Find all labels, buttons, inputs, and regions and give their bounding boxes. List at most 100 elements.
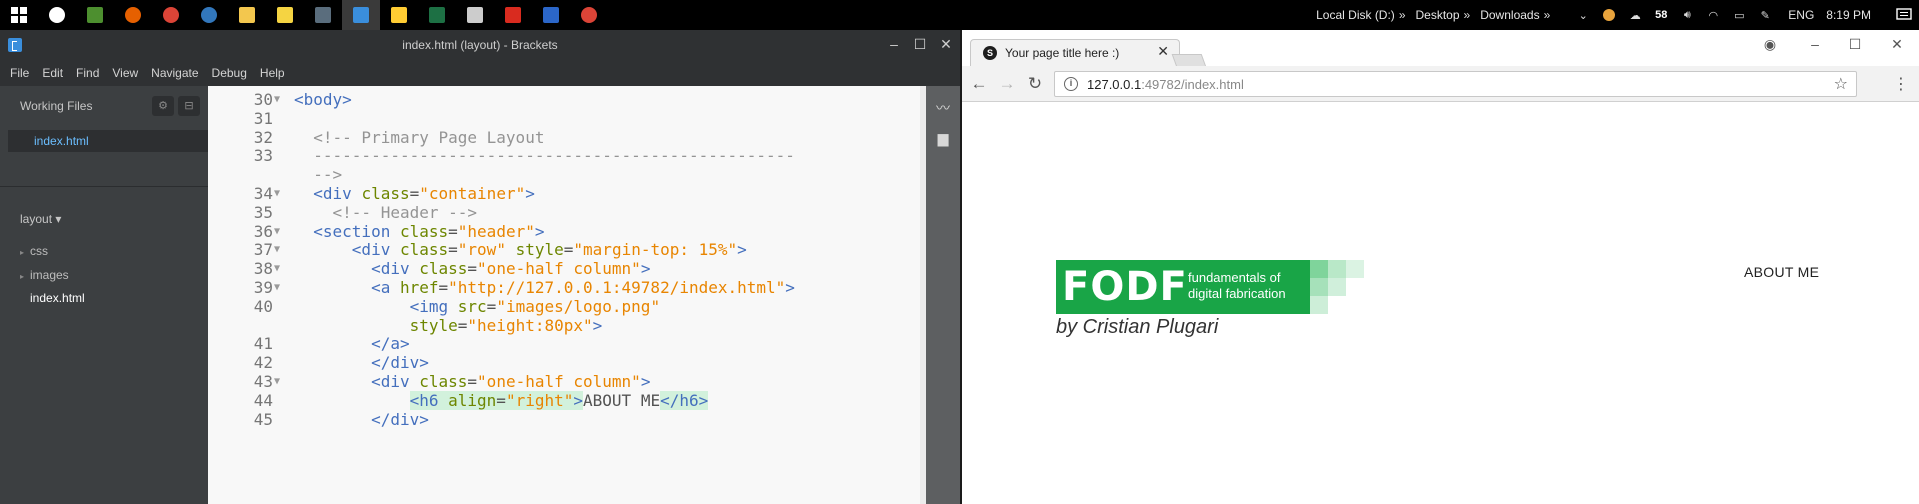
divider [0, 186, 208, 187]
browser-tab[interactable]: S Your page title here :) ✕ [970, 39, 1180, 66]
logo-pixel [1310, 278, 1328, 296]
logo-pixel [1346, 260, 1364, 278]
notification-icon[interactable] [1889, 0, 1919, 30]
profile-icon[interactable]: ◉ [1747, 30, 1793, 58]
logo-pixel [1328, 260, 1346, 278]
logo-subtitle-line2: digital fabrication [1188, 286, 1286, 301]
minecraft-icon[interactable] [76, 0, 114, 30]
taskbar-tray: Local Disk (D:) » Desktop » Downloads » … [1316, 0, 1919, 30]
alarm-clock-icon[interactable] [38, 0, 76, 30]
chrome-window: S Your page title here :) ✕ ◉ – ☐ ✕ ← → … [962, 30, 1919, 504]
extension-manager-icon[interactable]: ▆ [933, 130, 953, 146]
firefox-icon[interactable] [114, 0, 152, 30]
info-icon[interactable]: i [1064, 77, 1078, 91]
chevron-double-right-icon: » [1398, 8, 1406, 22]
logo-byline: by Cristian Plugari [1056, 316, 1219, 338]
chevron-double-right-icon: » [1463, 8, 1471, 22]
tab-strip: S Your page title here :) ✕ ◉ – ☐ ✕ [962, 30, 1919, 67]
gear-icon[interactable]: ⚙ [152, 96, 174, 116]
toolbar-local-disk[interactable]: Local Disk (D:) [1316, 8, 1395, 22]
taskbar: Local Disk (D:) » Desktop » Downloads » … [0, 0, 1919, 30]
volume-icon[interactable]: 🔊︎ [1678, 8, 1696, 22]
kebab-menu-icon[interactable]: ⋮ [1893, 74, 1909, 94]
brackets-window: index.html (layout) - Brackets – ☐ ✕ Fil… [0, 30, 960, 504]
tree-file-index[interactable]: index.html [20, 291, 85, 305]
window-title: index.html (layout) - Brackets [402, 38, 558, 52]
site-logo[interactable]: FODF fundamentals of digital fabrication… [1056, 260, 1366, 340]
working-files-header: Working Files ⚙ ⊟ [0, 86, 208, 126]
menu-navigate[interactable]: Navigate [151, 66, 198, 80]
about-me-link[interactable]: ABOUT ME [1744, 264, 1819, 280]
logo-pixel [1310, 260, 1328, 278]
media-app-icon[interactable] [380, 0, 418, 30]
logo-text: FODF [1062, 264, 1188, 310]
toolbar-downloads[interactable]: Downloads [1480, 8, 1539, 22]
working-file-item[interactable]: index.html [8, 130, 208, 152]
sidebar: Working Files ⚙ ⊟ index.html layout ▾ ▸ c… [0, 86, 208, 504]
file-explorer-icon[interactable] [228, 0, 266, 30]
taskbar-app-list [0, 0, 608, 30]
menu-edit[interactable]: Edit [42, 66, 63, 80]
back-arrow-icon[interactable]: ← [968, 73, 990, 95]
pen-icon[interactable]: ✎ [1756, 8, 1774, 22]
battery-icon[interactable]: ▭ [1730, 8, 1748, 22]
maximize-icon[interactable]: ☐ [906, 30, 934, 60]
working-files-title: Working Files [20, 99, 93, 113]
working-file-label: index.html [34, 134, 89, 148]
edge-icon[interactable] [190, 0, 228, 30]
line-number: 45 [253, 409, 273, 429]
menu-help[interactable]: Help [260, 66, 285, 80]
language-indicator[interactable]: ENG [1788, 8, 1814, 22]
close-icon[interactable]: ✕ [1874, 30, 1919, 58]
close-icon[interactable]: ✕ [932, 30, 960, 60]
sticky-notes-icon[interactable] [266, 0, 304, 30]
split-view-icon[interactable]: ⊟ [178, 96, 200, 116]
3d-app-icon[interactable] [456, 0, 494, 30]
tree-folder-images[interactable]: ▸ images [20, 268, 69, 282]
menu-bar: File Edit Find View Navigate Debug Help [0, 60, 960, 86]
start-button[interactable] [0, 0, 38, 30]
pdf-reader-icon[interactable] [494, 0, 532, 30]
minimize-icon[interactable]: – [880, 30, 908, 60]
clock[interactable]: 8:19 PM [1826, 8, 1871, 22]
brackets-icon[interactable] [342, 0, 380, 30]
excel-icon[interactable] [418, 0, 456, 30]
chrome-icon-2[interactable] [570, 0, 608, 30]
live-preview-icon[interactable]: 〰 [933, 98, 953, 116]
cloud-icon[interactable]: ☁ [1626, 8, 1644, 22]
chevron-down-icon[interactable]: ⌄ [1574, 8, 1592, 22]
code-editor[interactable]: 30 ▼ <body> 31 32 <!-- Primary Page Layout 33… [208, 86, 920, 504]
tab-title: Your page title here :) [1005, 46, 1120, 60]
close-tab-icon[interactable]: ✕ [1157, 43, 1169, 60]
maximize-icon[interactable]: ☐ [1832, 30, 1878, 58]
chrome-icon[interactable] [152, 0, 190, 30]
logo-box: FODF fundamentals of digital fabrication [1056, 260, 1310, 314]
menu-debug[interactable]: Debug [212, 66, 247, 80]
address-bar[interactable]: i 127.0.0.1:49782/index.html ☆ [1054, 71, 1857, 97]
color-app-tray-icon[interactable] [1600, 8, 1618, 22]
project-dropdown[interactable]: layout ▾ [20, 212, 61, 226]
menu-view[interactable]: View [112, 66, 138, 80]
code-text: </div> [294, 409, 429, 429]
menu-file[interactable]: File [10, 66, 29, 80]
forward-arrow-icon[interactable]: → [996, 73, 1018, 95]
photoshop-icon[interactable] [532, 0, 570, 30]
right-toolbar: 〰 ▆ [926, 86, 960, 504]
wifi-icon[interactable]: ◠ [1704, 8, 1722, 22]
tray-badge[interactable]: 58 [1652, 8, 1670, 22]
reload-icon[interactable]: ↻ [1024, 73, 1046, 95]
caret-right-icon: ▸ [20, 248, 25, 257]
browser-toolbar: ← → ↻ i 127.0.0.1:49782/index.html ☆ ⋮ [962, 66, 1919, 102]
web-page: FODF fundamentals of digital fabrication… [962, 102, 1919, 504]
code-line: 45 </div> [208, 408, 920, 431]
terminal-app-icon[interactable] [304, 0, 342, 30]
toolbar-desktop[interactable]: Desktop [1416, 8, 1460, 22]
logo-subtitle-line1: fundamentals of [1188, 270, 1281, 285]
caret-right-icon: ▸ [20, 272, 25, 281]
favicon: S [983, 46, 997, 60]
tree-folder-css[interactable]: ▸ css [20, 244, 48, 258]
menu-find[interactable]: Find [76, 66, 99, 80]
bookmark-star-icon[interactable]: ☆ [1834, 74, 1848, 94]
url-text: 127.0.0.1:49782/index.html [1087, 77, 1244, 92]
chevron-double-right-icon: » [1543, 8, 1551, 22]
